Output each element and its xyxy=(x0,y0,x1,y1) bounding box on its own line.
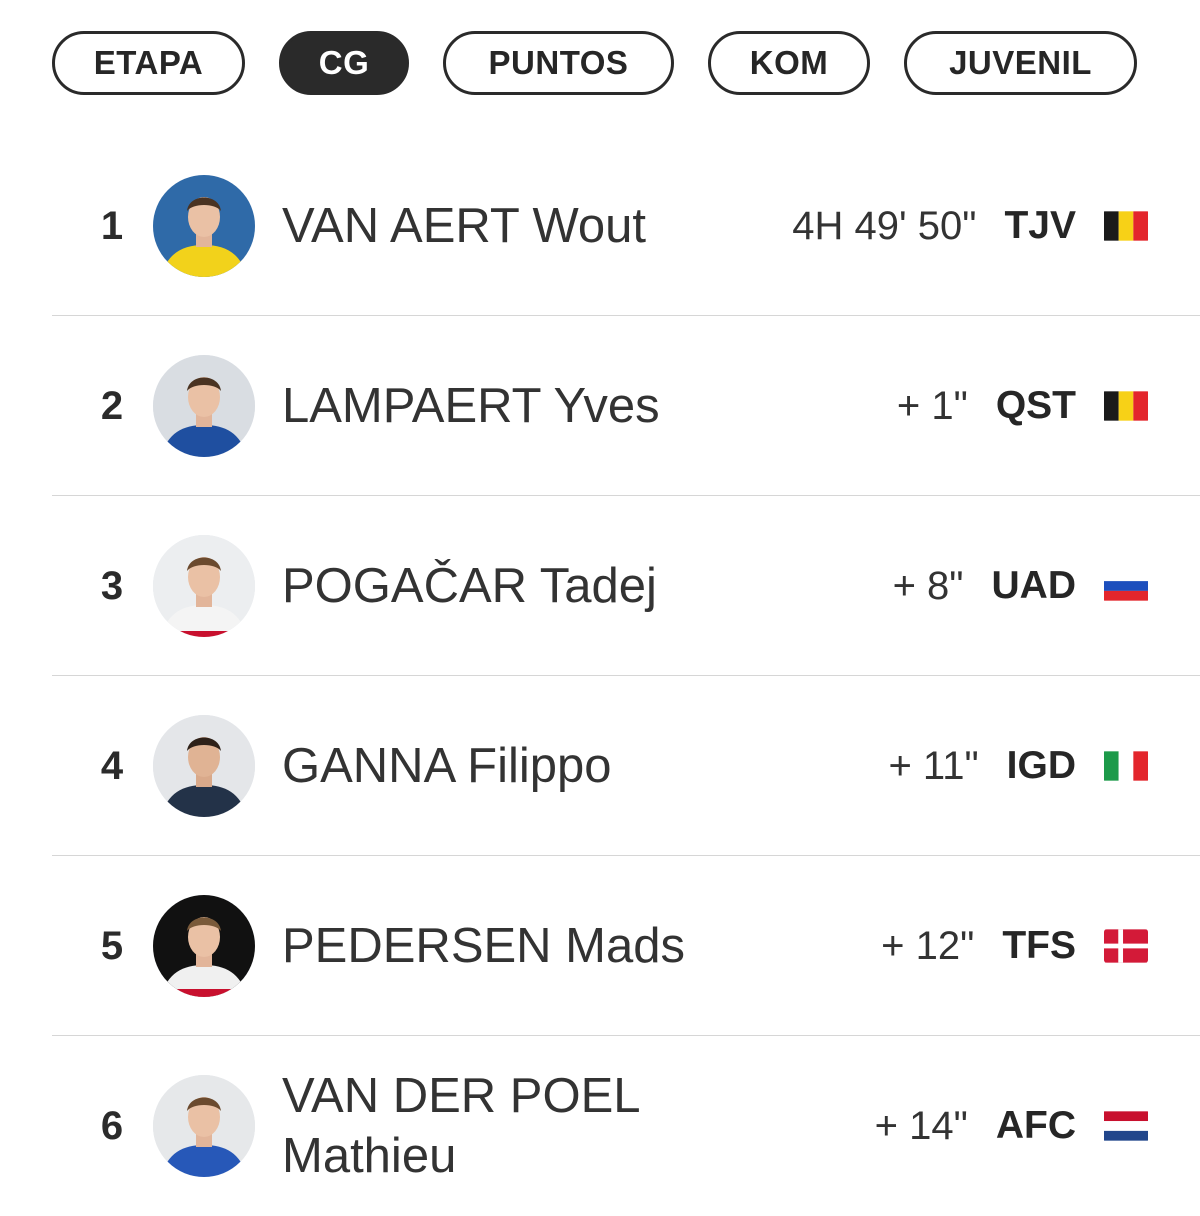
tab-cg[interactable]: CG xyxy=(279,31,409,95)
gc-time: 4H 49' 50" xyxy=(792,203,977,248)
gc-time: + 12" xyxy=(881,923,975,968)
rider-name: LAMPAERT Yves xyxy=(282,379,660,433)
team-code: AFC xyxy=(995,1104,1076,1147)
tab-kom[interactable]: KOM xyxy=(708,31,870,95)
rank: 4 xyxy=(100,743,124,788)
rider-photo-icon xyxy=(153,895,255,997)
rider-avatar xyxy=(153,715,255,817)
standings-row[interactable]: 3 POGAČAR Tadej + 8" UAD xyxy=(52,496,1200,676)
belgium-flag-icon xyxy=(1104,391,1148,421)
gc-time: + 11" xyxy=(888,743,979,788)
rank: 2 xyxy=(100,383,124,428)
gc-time: + 1" xyxy=(896,383,968,428)
rider-avatar xyxy=(153,535,255,637)
team-code: TJV xyxy=(1004,204,1076,247)
rider-avatar xyxy=(153,175,255,277)
team-code: UAD xyxy=(991,564,1077,607)
rider-name: VAN DER POEL Mathieu xyxy=(282,1069,639,1183)
rider-photo-icon xyxy=(153,715,255,817)
rank: 1 xyxy=(100,203,124,248)
rank: 5 xyxy=(100,923,124,968)
standings-row[interactable]: 5 PEDERSEN Mads + 12" TFS xyxy=(52,856,1200,1036)
italy-flag-icon xyxy=(1104,751,1148,781)
rider-name: VAN AERT Wout xyxy=(282,199,647,253)
tab-juvenil[interactable]: JUVENIL xyxy=(904,31,1137,95)
standings-row[interactable]: 6 VAN DER POEL Mathieu + 14" AFC xyxy=(52,1036,1200,1216)
rider-name: PEDERSEN Mads xyxy=(282,919,686,973)
gc-time: + 14" xyxy=(874,1103,968,1148)
rider-photo-icon xyxy=(153,355,255,457)
standings-row[interactable]: 2 LAMPAERT Yves + 1" QST xyxy=(52,316,1200,496)
rider-name: POGAČAR Tadej xyxy=(282,559,657,613)
rider-avatar xyxy=(153,895,255,997)
standings-row[interactable]: 1 VAN AERT Wout 4H 49' 50" TJV xyxy=(52,136,1200,316)
rider-avatar xyxy=(153,355,255,457)
netherlands-flag-icon xyxy=(1104,1111,1148,1141)
gc-time: + 8" xyxy=(892,563,964,608)
rank: 6 xyxy=(100,1103,124,1148)
rider-photo-icon xyxy=(153,175,255,277)
team-code: IGD xyxy=(1006,744,1076,787)
tab-puntos[interactable]: PUNTOS xyxy=(443,31,674,95)
standings-row[interactable]: 4 GANNA Filippo + 11" IGD xyxy=(52,676,1200,856)
tab-etapa[interactable]: ETAPA xyxy=(52,31,245,95)
denmark-flag-icon xyxy=(1104,929,1148,963)
rider-name: GANNA Filippo xyxy=(282,739,612,793)
rider-photo-icon xyxy=(153,1075,255,1177)
team-code: QST xyxy=(995,384,1076,427)
slovenia-flag-icon xyxy=(1104,571,1148,601)
rank: 3 xyxy=(100,563,124,608)
team-code: TFS xyxy=(1002,924,1076,967)
rider-photo-icon xyxy=(153,535,255,637)
classification-tabs: ETAPA CG PUNTOS KOM JUVENIL xyxy=(0,0,1200,130)
belgium-flag-icon xyxy=(1104,211,1148,241)
rider-avatar xyxy=(153,1075,255,1177)
